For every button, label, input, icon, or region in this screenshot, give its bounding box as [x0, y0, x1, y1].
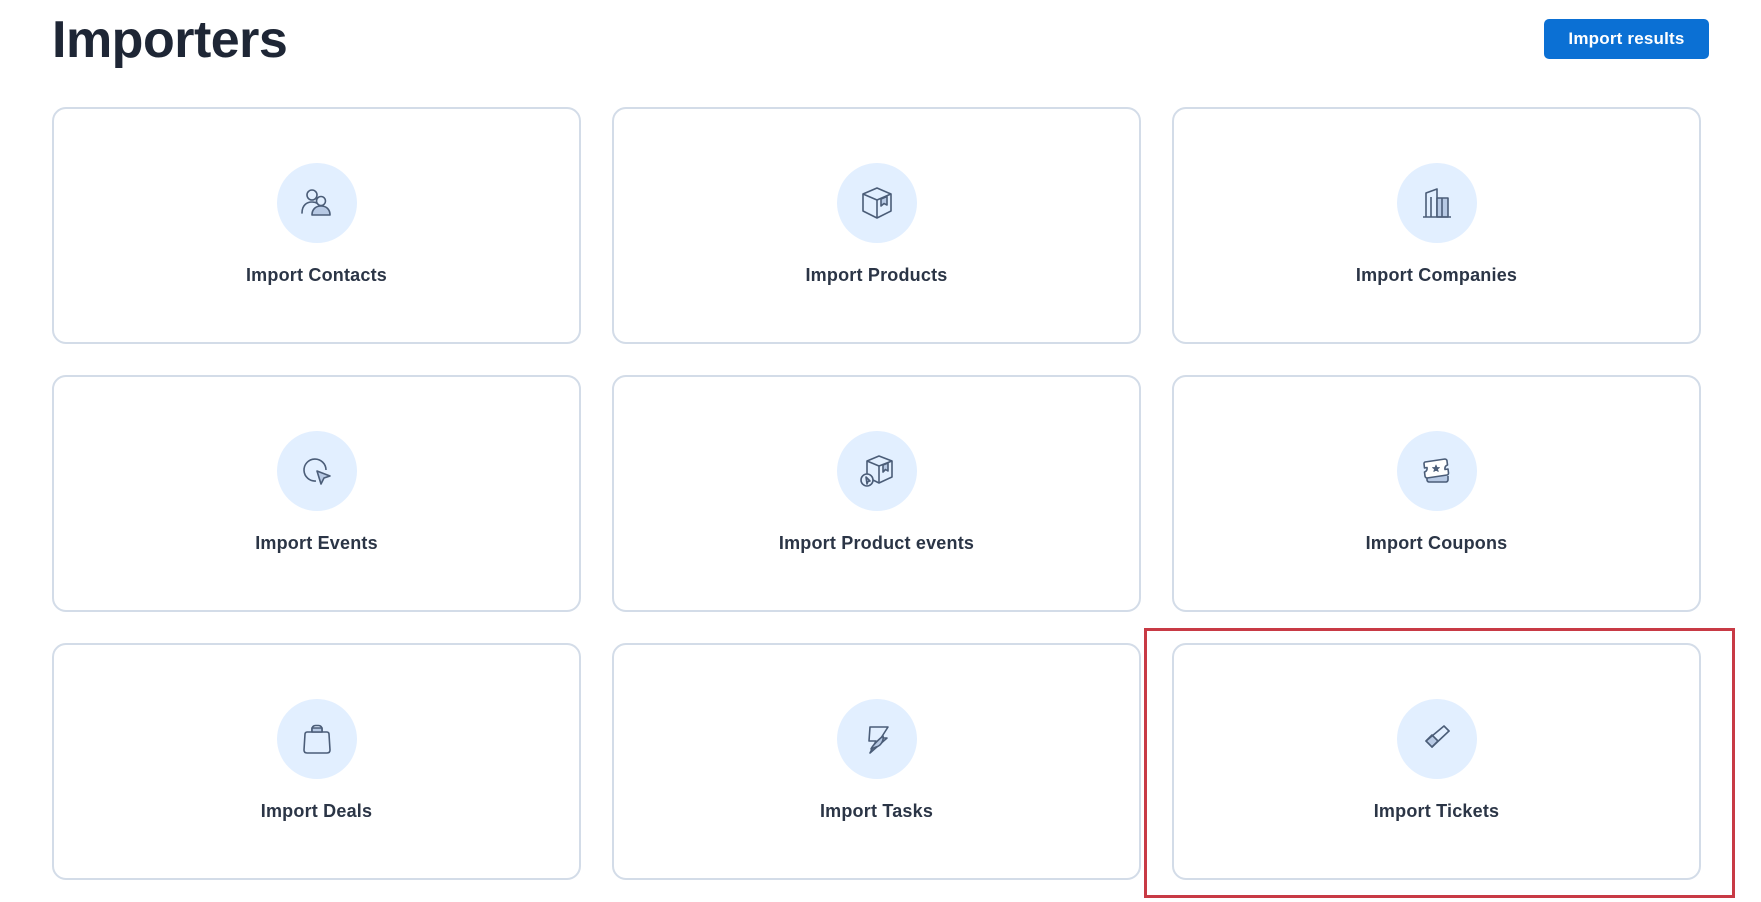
coupon-ticket-icon: [1396, 431, 1477, 511]
ticket-check-icon: [1396, 699, 1477, 779]
card-label: Import Tickets: [1373, 801, 1500, 821]
card-label: Import Coupons: [1365, 533, 1508, 553]
card-label: Import Contacts: [245, 265, 387, 285]
product-box-icon: [836, 163, 917, 243]
import-tasks-card[interactable]: Import Tasks: [612, 643, 1141, 880]
card-label: Import Events: [255, 533, 378, 553]
import-product-events-card[interactable]: Import Product events: [612, 375, 1141, 612]
card-label: Import Product events: [778, 533, 975, 553]
import-contacts-card[interactable]: Import Contacts: [52, 107, 581, 344]
importers-grid: Import Contacts Import Products Import C…: [52, 107, 1701, 880]
feather-bolt-icon: [836, 699, 917, 779]
building-icon: [1396, 163, 1477, 243]
import-deals-card[interactable]: Import Deals: [52, 643, 581, 880]
card-label: Import Deals: [260, 801, 373, 821]
card-label: Import Products: [805, 265, 948, 285]
page-title: Importers: [52, 11, 288, 69]
cursor-click-icon: [276, 431, 357, 511]
import-coupons-card[interactable]: Import Coupons: [1172, 375, 1701, 612]
import-products-card[interactable]: Import Products: [612, 107, 1141, 344]
card-label: Import Companies: [1355, 265, 1518, 285]
import-companies-card[interactable]: Import Companies: [1172, 107, 1701, 344]
contacts-icon: [276, 163, 357, 243]
shopping-bag-icon: [276, 699, 357, 779]
card-label: Import Tasks: [819, 801, 934, 821]
product-event-icon: [836, 431, 917, 511]
import-results-button[interactable]: Import results: [1544, 19, 1709, 59]
import-tickets-card[interactable]: Import Tickets: [1172, 643, 1701, 880]
import-events-card[interactable]: Import Events: [52, 375, 581, 612]
